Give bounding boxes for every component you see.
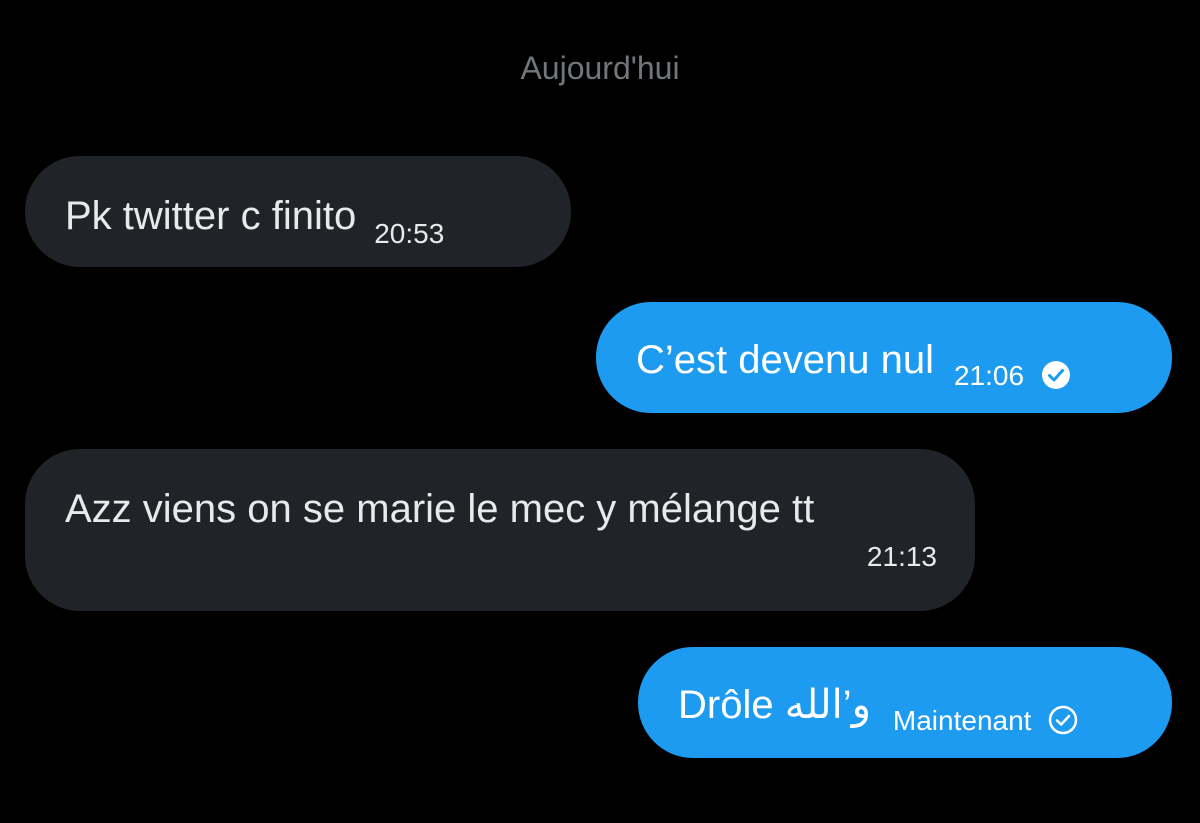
message-text: Pk twitter c finito	[65, 194, 357, 238]
message-time: Maintenant	[892, 705, 1032, 736]
message-bubble-outgoing[interactable]: C’est devenu nul 21:06	[596, 302, 1172, 413]
date-separator: Aujourd'hui	[520, 50, 680, 86]
message-bubble-outgoing[interactable]: Drôle و’الله Maintenant	[638, 647, 1172, 758]
message-bubble-incoming[interactable]: Azz viens on se marie le mec y mélange t…	[25, 449, 975, 611]
message-time: 20:53	[374, 218, 445, 249]
message-text: C’est devenu nul	[636, 338, 934, 382]
message-text: Azz viens on se marie le mec y mélange t…	[65, 487, 815, 531]
sent-check-icon	[1047, 704, 1079, 736]
message-time: 21:13	[866, 541, 937, 572]
read-check-icon	[1040, 359, 1072, 391]
message-time: 21:06	[953, 360, 1025, 391]
message-text: Drôle و’الله	[678, 683, 871, 727]
message-bubble-incoming[interactable]: Pk twitter c finito 20:53	[25, 156, 571, 267]
